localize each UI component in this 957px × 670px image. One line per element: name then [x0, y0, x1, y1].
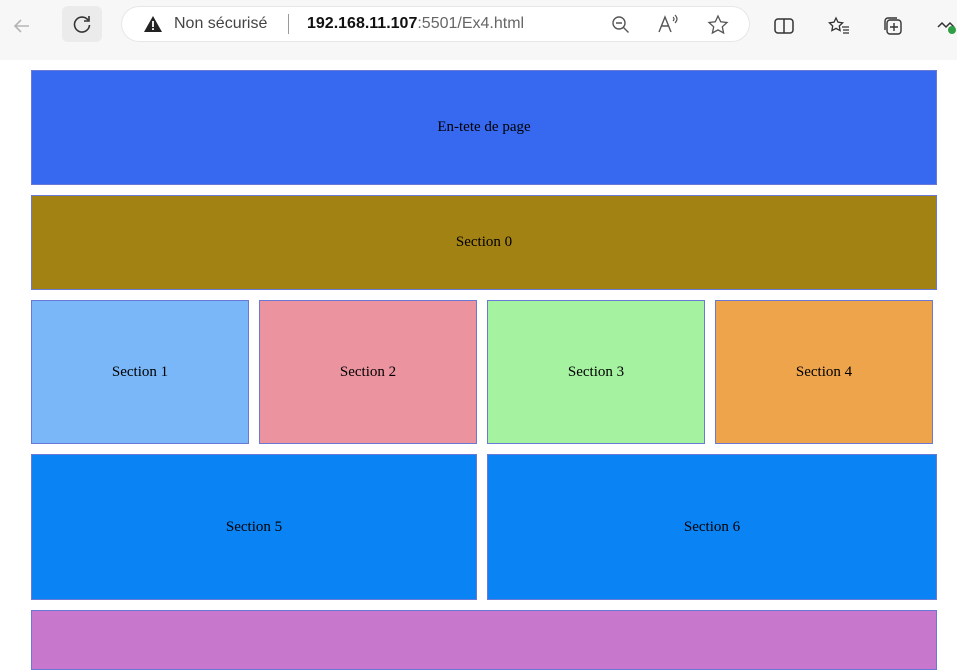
section-4: Section 4 — [715, 300, 933, 444]
address-bar[interactable]: Non sécurisé 192.168.11.107:5501/Ex4.htm… — [121, 6, 750, 42]
browser-toolbar: Non sécurisé 192.168.11.107:5501/Ex4.htm… — [0, 0, 957, 60]
section-3: Section 3 — [487, 300, 705, 444]
security-status-label[interactable]: Non sécurisé — [174, 15, 267, 33]
section-2: Section 2 — [259, 300, 477, 444]
url-text[interactable]: 192.168.11.107:5501/Ex4.html — [307, 15, 524, 33]
page-footer — [31, 610, 937, 670]
back-button[interactable] — [8, 12, 36, 40]
split-screen-icon — [773, 16, 795, 36]
section-1-label: Section 1 — [111, 363, 169, 380]
collections-button[interactable] — [879, 12, 907, 40]
section-1: Section 1 — [31, 300, 249, 444]
section-5: Section 5 — [31, 454, 477, 600]
section-6-label: Section 6 — [683, 518, 741, 535]
url-host: 192.168.11.107 — [307, 15, 418, 32]
split-screen-button[interactable] — [770, 12, 798, 40]
refresh-button[interactable] — [62, 6, 102, 42]
address-separator — [288, 14, 289, 34]
extension-icon — [936, 15, 957, 37]
zoom-out-icon[interactable] — [611, 15, 631, 40]
favorites-button[interactable] — [825, 12, 853, 40]
extension-button[interactable] — [933, 12, 957, 40]
collections-icon — [882, 15, 904, 37]
favorite-star-icon[interactable] — [707, 14, 729, 41]
section-2-label: Section 2 — [339, 363, 397, 380]
section-3-label: Section 3 — [567, 363, 625, 380]
warning-icon[interactable] — [143, 15, 163, 38]
url-path: :5501/Ex4.html — [417, 15, 525, 32]
section-6: Section 6 — [487, 454, 937, 600]
read-aloud-icon[interactable] — [657, 14, 679, 39]
section-0-label: Section 0 — [455, 234, 513, 250]
section-5-label: Section 5 — [225, 518, 283, 535]
page-header: En-tete de page — [31, 70, 937, 185]
section-0: Section 0 — [31, 195, 937, 290]
section-4-label: Section 4 — [795, 363, 853, 380]
page-header-label: En-tete de page — [437, 119, 531, 135]
refresh-icon — [71, 13, 93, 35]
back-icon — [12, 16, 32, 36]
favorites-icon — [828, 16, 850, 36]
